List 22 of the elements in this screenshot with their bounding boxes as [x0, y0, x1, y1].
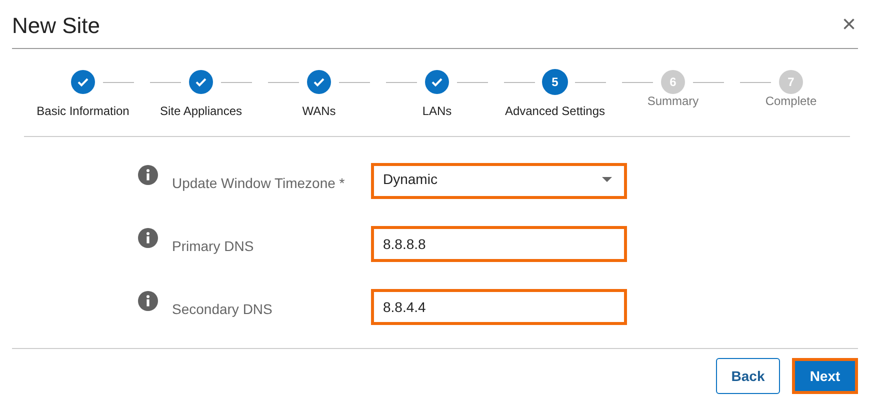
step-label: Summary: [647, 94, 699, 108]
step-label: Complete: [765, 94, 817, 108]
field-label: Primary DNS: [172, 238, 255, 254]
step-label: LANs: [422, 104, 452, 118]
step-indicator: 5: [543, 70, 567, 94]
info-icon[interactable]: [138, 165, 158, 185]
close-button[interactable]: ×: [840, 13, 858, 37]
step-label: WANs: [302, 104, 336, 118]
field-label: Secondary DNS: [172, 301, 274, 317]
field-label: Update Window Timezone *: [172, 175, 346, 191]
input-field[interactable]: 8.8.8.8: [371, 226, 627, 262]
next-button[interactable]: Next: [792, 358, 858, 394]
input-field[interactable]: 8.8.4.4: [371, 289, 627, 325]
step-label: Site Appliances: [160, 104, 242, 118]
caret-icon: [602, 176, 612, 182]
timezone-dropdown[interactable]: Dynamic: [371, 163, 627, 199]
step-label: Advanced Settings: [504, 104, 606, 118]
info-icon[interactable]: [138, 291, 158, 311]
step-label: Basic Information: [36, 104, 130, 118]
dialog-title: New Site: [12, 13, 100, 39]
info-icon[interactable]: [138, 228, 158, 248]
back-button[interactable]: Back: [716, 358, 780, 394]
